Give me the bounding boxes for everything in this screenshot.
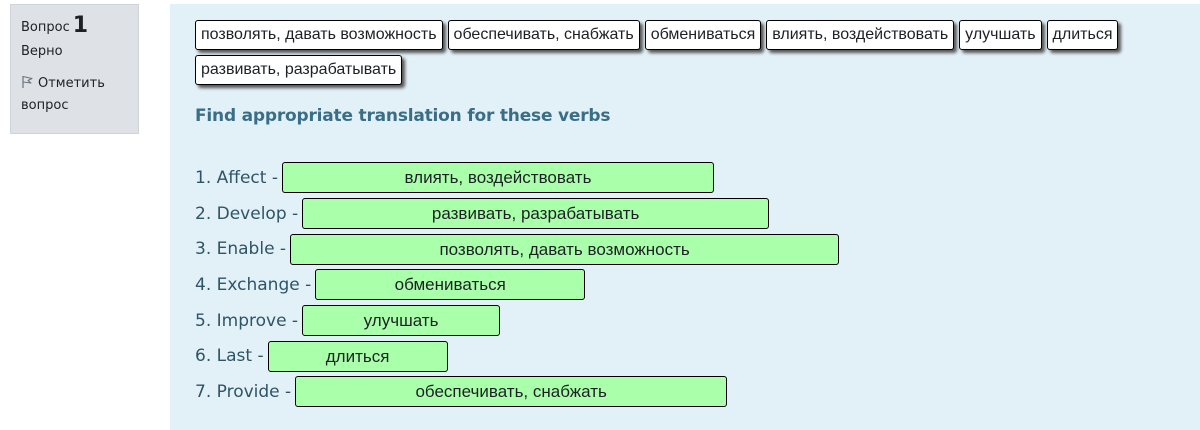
answer-row: 6. Last - длиться	[195, 338, 839, 374]
verb-label: 6. Last -	[195, 346, 264, 367]
drag-choice[interactable]: длиться	[1046, 20, 1119, 50]
verb-label: 7. Provide -	[195, 381, 292, 402]
verb-label: 4. Exchange -	[195, 274, 312, 295]
question-prompt: Find appropriate translation for these v…	[195, 106, 611, 126]
question-state: Верно	[21, 44, 63, 59]
question-info-panel: Вопрос 1 Верно Отметить вопрос	[10, 4, 139, 134]
verb-label: 1. Affect -	[195, 167, 278, 188]
answer-row: 2. Develop - развивать, разрабатывать	[195, 196, 839, 232]
drag-choice[interactable]: влиять, воздействовать	[766, 20, 955, 50]
question-content: позволять, давать возможность обеспечива…	[170, 4, 1200, 430]
drag-choice[interactable]: развивать, разрабатывать	[195, 55, 403, 85]
answer-row: 4. Exchange - обмениваться	[195, 267, 839, 303]
verb-label: 5. Improve -	[195, 310, 299, 331]
drag-choices: позволять, давать возможность обеспечива…	[195, 20, 1200, 85]
drag-choice[interactable]: обеспечивать, снабжать	[447, 20, 640, 50]
drop-zone[interactable]: обмениваться	[315, 269, 586, 301]
question-label: Вопрос	[21, 20, 70, 35]
drag-choice[interactable]: улучшать	[959, 20, 1042, 50]
drop-zone[interactable]: обеспечивать, снабжать	[295, 376, 728, 408]
answer-row: 7. Provide - обеспечивать, снабжать	[195, 374, 839, 410]
answer-row: 1. Affect - влиять, воздействовать	[195, 160, 839, 196]
drag-choice[interactable]: обмениваться	[644, 20, 762, 50]
verb-label: 3. Enable -	[195, 239, 287, 260]
drop-zone[interactable]: развивать, разрабатывать	[302, 198, 770, 230]
drag-choice[interactable]: позволять, давать возможность	[195, 20, 443, 50]
question-number: Вопрос 1	[21, 15, 128, 39]
question-number-value: 1	[72, 13, 89, 38]
answer-rows: 1. Affect - влиять, воздействовать 2. De…	[195, 160, 840, 410]
flag-icon	[22, 75, 33, 88]
drop-zone[interactable]: длиться	[267, 340, 448, 372]
answer-row: 5. Improve - улучшать	[195, 303, 839, 339]
flag-question-link[interactable]: Отметить вопрос	[21, 73, 128, 117]
drop-zone[interactable]: позволять, давать возможность	[290, 233, 840, 265]
drop-zone[interactable]: улучшать	[302, 305, 501, 337]
drop-zone[interactable]: влиять, воздействовать	[281, 162, 714, 194]
answer-row: 3. Enable - позволять, давать возможност…	[195, 231, 840, 267]
verb-label: 2. Develop -	[195, 203, 299, 224]
